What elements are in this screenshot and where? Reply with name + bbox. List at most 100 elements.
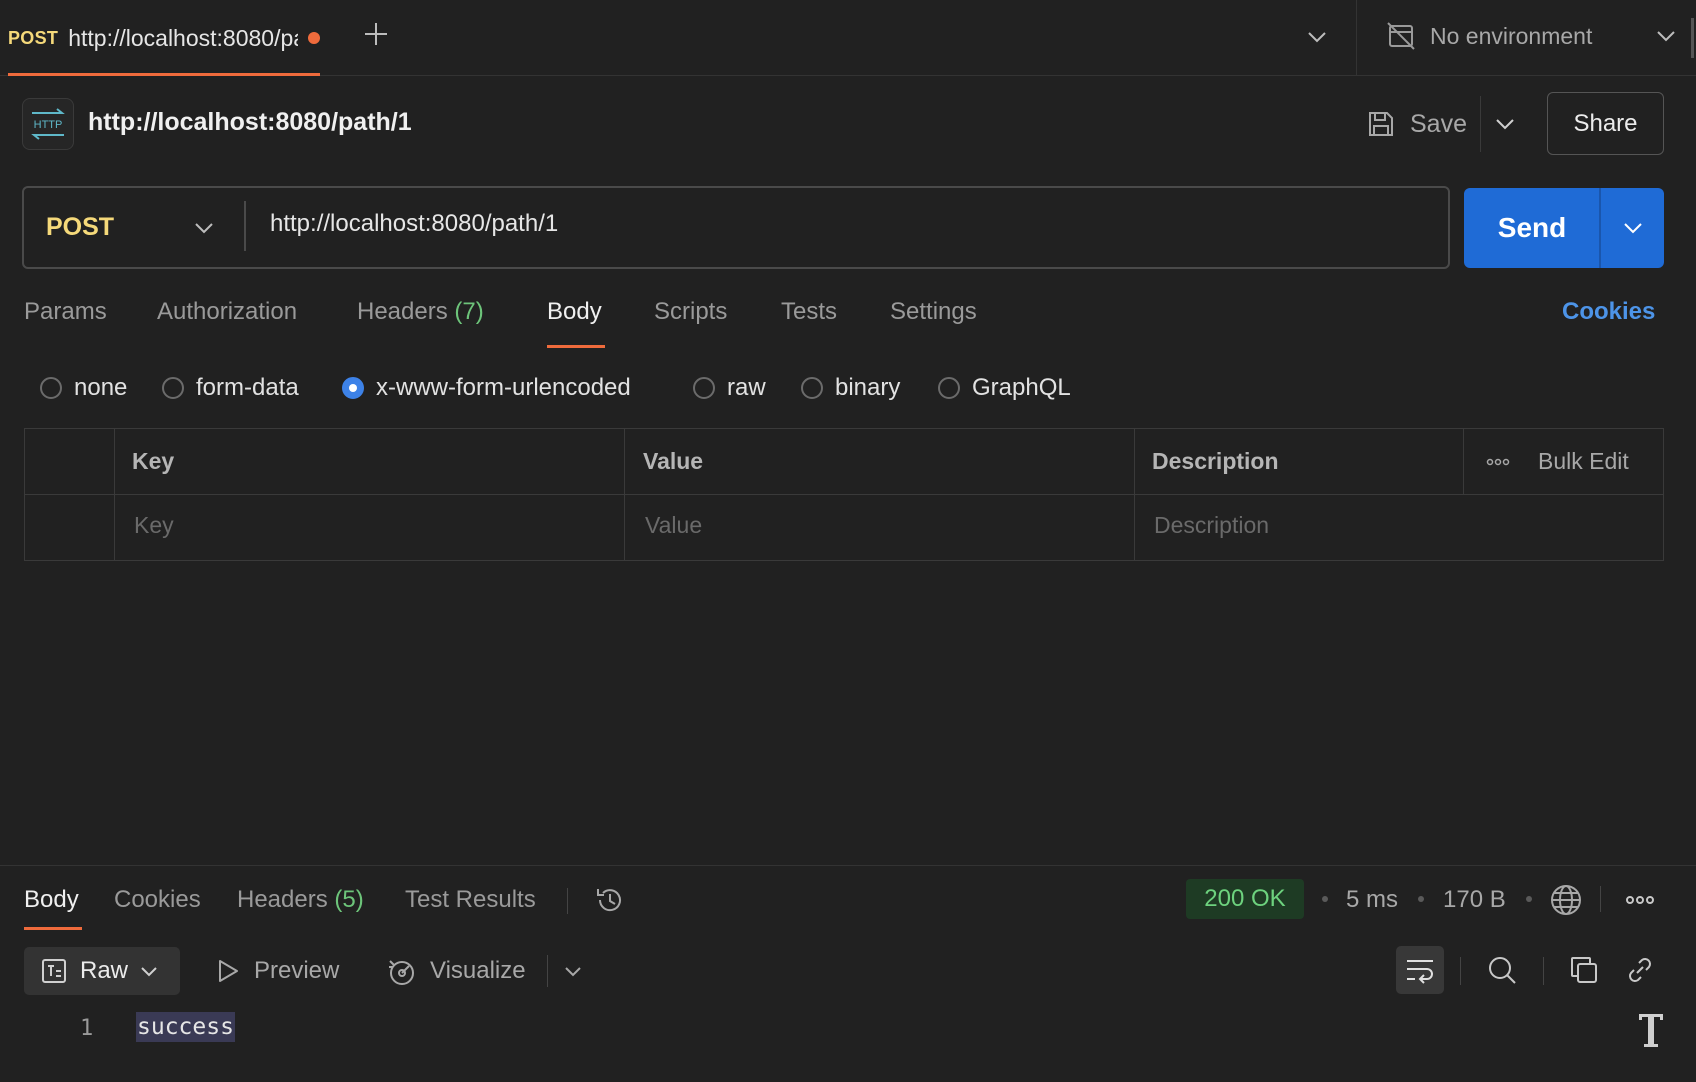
format-select[interactable]: Raw [24,947,180,995]
more-icon [1486,458,1510,466]
scroll-edge [1691,18,1694,58]
tab-authorization[interactable]: Authorization [157,298,297,326]
tab-params[interactable]: Params [24,298,107,326]
key-input[interactable]: Key [134,512,174,539]
divider [567,888,568,914]
tabs-dropdown-button[interactable] [1300,20,1334,54]
divider [547,955,548,987]
chevron-down-icon [1308,32,1326,43]
response-tab-headers-label: Headers [237,886,328,913]
save-icon [1369,112,1393,136]
tab-body[interactable]: Body [547,298,602,326]
active-tab-indicator [8,73,320,76]
status-badge[interactable]: 200 OK [1186,879,1304,919]
globe-icon [1551,885,1581,915]
response-tab-headers-count: (5) [334,886,364,913]
bulk-edit-button[interactable]: Bulk Edit [1538,448,1629,475]
cookies-link[interactable]: Cookies [1562,298,1655,326]
environment-label: No environment [1430,22,1593,49]
tab-scripts[interactable]: Scripts [654,298,727,326]
divider [1543,957,1544,985]
response-tab-test-results[interactable]: Test Results [405,886,536,914]
chevron-down-icon [195,222,213,233]
radio-x-www-form-urlencoded[interactable]: x-www-form-urlencoded [342,372,631,404]
chevron-down-icon [1496,119,1514,130]
http-icon: HTTP [22,98,74,150]
visualize-button[interactable]: Visualize [386,950,526,992]
format-label: Raw [80,957,129,984]
request-name[interactable]: http://localhost:8080/path/1 [88,108,412,137]
radio-circle [693,377,715,399]
response-tab-headers[interactable]: Headers (5) [237,886,364,914]
preview-button[interactable]: Preview [216,950,339,992]
copy-icon [1571,957,1597,983]
search-button[interactable] [1484,952,1520,988]
radio-label: raw [727,374,766,401]
http-badge-text: HTTP [34,119,63,131]
copy-link-button[interactable] [1622,952,1658,988]
radio-label: x-www-form-urlencoded [376,374,631,401]
request-tab-title: http://localhost:8080/path/1 [68,24,298,51]
text-cursor-icon [1636,1010,1666,1050]
response-time[interactable]: 5 ms [1346,886,1398,914]
search-icon [1489,957,1516,984]
chevron-down-icon [565,966,581,976]
url-input[interactable]: http://localhost:8080/path/1 [270,210,1430,246]
column-header-value: Value [643,448,704,474]
visualize-label: Visualize [430,957,526,984]
wrap-lines-button[interactable] [1396,946,1444,994]
divider [1480,96,1481,152]
network-info-button[interactable] [1548,882,1584,918]
radio-graphql[interactable]: GraphQL [938,372,1071,404]
table-divider [1463,428,1464,494]
tab-tests[interactable]: Tests [781,298,837,326]
response-body-text[interactable]: success [136,1012,235,1042]
play-icon [219,960,238,982]
description-input[interactable]: Description [1154,512,1269,539]
radio-label: none [74,374,128,401]
response-size[interactable]: 170 B [1443,886,1506,914]
send-options-button[interactable] [1601,188,1664,268]
visualize-icon [389,960,414,985]
value-input[interactable]: Value [645,512,702,539]
tab-headers-count: (7) [454,298,484,325]
history-button[interactable] [592,882,628,918]
radio-none[interactable]: none [40,372,127,404]
table-divider [24,494,1664,495]
method-select[interactable]: POST [24,188,244,267]
response-divider [0,865,1696,866]
response-tab-body[interactable]: Body [24,886,79,914]
radio-binary[interactable]: binary [801,372,900,404]
tab-settings[interactable]: Settings [890,298,977,326]
radio-form-data[interactable]: form-data [162,372,299,404]
divider [244,201,246,251]
radio-raw[interactable]: raw [693,372,766,404]
save-button[interactable]: Save [1366,100,1467,148]
line-number: 1 [80,1016,94,1041]
share-button[interactable]: Share [1547,92,1664,155]
chevron-down-icon [141,966,157,976]
request-tab-method: POST [8,27,59,48]
separator-dot [1526,896,1532,902]
request-tab[interactable]: POST http://localhost:8080/path/1 [8,0,320,76]
raw-format-icon [42,959,66,983]
visualize-options-button[interactable] [558,954,588,988]
send-button[interactable]: Send [1464,188,1600,268]
more-icon [1626,896,1654,904]
save-options-button[interactable] [1488,106,1522,142]
chevron-down-icon [1657,31,1675,42]
environment-selector[interactable]: No environment [1386,14,1676,58]
response-tab-cookies[interactable]: Cookies [114,886,201,914]
radio-circle [162,377,184,399]
unsaved-dot [308,32,320,44]
method-value: POST [46,213,115,241]
new-tab-button[interactable] [360,16,392,52]
radio-circle [40,377,62,399]
radio-label: form-data [196,374,299,401]
separator-dot [1322,896,1328,902]
copy-button[interactable] [1566,952,1602,988]
response-options-button[interactable] [1624,890,1656,910]
table-options-button[interactable] [1484,452,1512,472]
tab-headers[interactable]: Headers (7) [357,298,484,326]
radio-label: binary [835,374,901,401]
